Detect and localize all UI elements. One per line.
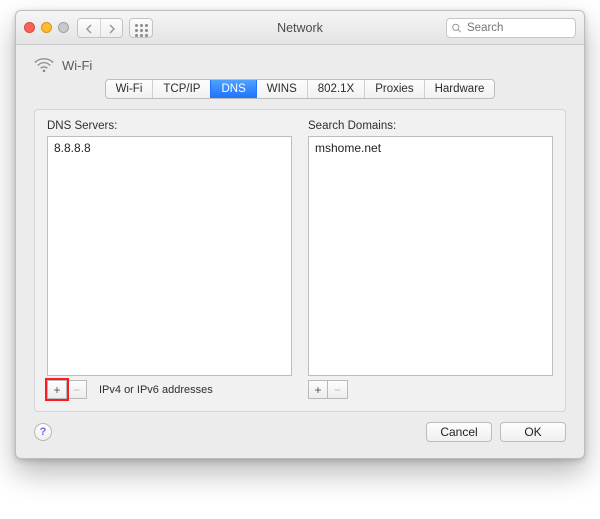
minus-icon: − — [334, 383, 341, 397]
forward-button[interactable] — [100, 19, 122, 38]
minimize-icon[interactable] — [41, 22, 52, 33]
dns-pane: DNS Servers: 8.8.8.8 + − IPv4 or IPv6 ad… — [34, 109, 566, 412]
search-domains-list[interactable]: mshome.net — [308, 136, 553, 376]
tab-bar: Wi-Fi TCP/IP DNS WINS 802.1X Proxies Har… — [16, 79, 584, 109]
search-domains-controls: + − — [308, 380, 553, 399]
tab-hardware[interactable]: Hardware — [424, 80, 495, 98]
tab-8021x[interactable]: 802.1X — [307, 80, 364, 98]
chevron-right-icon — [108, 24, 116, 34]
search-input[interactable] — [446, 18, 576, 38]
dns-servers-list[interactable]: 8.8.8.8 — [47, 136, 292, 376]
dns-hint: IPv4 or IPv6 addresses — [99, 384, 213, 396]
footer: ? Cancel OK — [16, 422, 584, 458]
preferences-window: Network Wi-Fi Wi-Fi TCP/IP DNS WINS 802.… — [15, 10, 585, 459]
wifi-icon — [34, 57, 54, 73]
minus-icon: − — [73, 383, 80, 397]
add-dns-server-button[interactable]: + — [47, 380, 67, 399]
help-button[interactable]: ? — [34, 423, 52, 441]
titlebar: Network — [16, 11, 584, 45]
ok-button[interactable]: OK — [500, 422, 566, 442]
tab-wifi[interactable]: Wi-Fi — [106, 80, 153, 98]
dns-servers-controls: + − IPv4 or IPv6 addresses — [47, 380, 292, 399]
nav-back-forward — [77, 18, 123, 38]
list-item[interactable]: mshome.net — [309, 139, 552, 157]
service-name: Wi-Fi — [62, 58, 92, 73]
service-header: Wi-Fi — [16, 45, 584, 79]
search-field-wrap — [446, 18, 576, 38]
zoom-icon[interactable] — [58, 22, 69, 33]
tab-tcpip[interactable]: TCP/IP — [152, 80, 210, 98]
dns-servers-column: DNS Servers: 8.8.8.8 + − IPv4 or IPv6 ad… — [47, 120, 292, 399]
back-button[interactable] — [78, 19, 100, 38]
close-icon[interactable] — [24, 22, 35, 33]
plus-icon: + — [53, 383, 60, 397]
search-domains-column: Search Domains: mshome.net + − — [308, 120, 553, 399]
list-item[interactable]: 8.8.8.8 — [48, 139, 291, 157]
help-icon: ? — [40, 426, 47, 438]
dns-servers-label: DNS Servers: — [47, 120, 292, 132]
tab-proxies[interactable]: Proxies — [364, 80, 423, 98]
tab-dns[interactable]: DNS — [210, 80, 255, 98]
remove-dns-server-button[interactable]: − — [67, 380, 87, 399]
window-controls — [24, 22, 69, 33]
add-search-domain-button[interactable]: + — [308, 380, 328, 399]
cancel-button[interactable]: Cancel — [426, 422, 492, 442]
tabs: Wi-Fi TCP/IP DNS WINS 802.1X Proxies Har… — [105, 79, 496, 99]
show-all-button[interactable] — [129, 18, 153, 38]
remove-search-domain-button[interactable]: − — [328, 380, 348, 399]
tab-wins[interactable]: WINS — [256, 80, 307, 98]
search-domains-label: Search Domains: — [308, 120, 553, 132]
plus-icon: + — [314, 383, 321, 397]
chevron-left-icon — [85, 24, 93, 34]
